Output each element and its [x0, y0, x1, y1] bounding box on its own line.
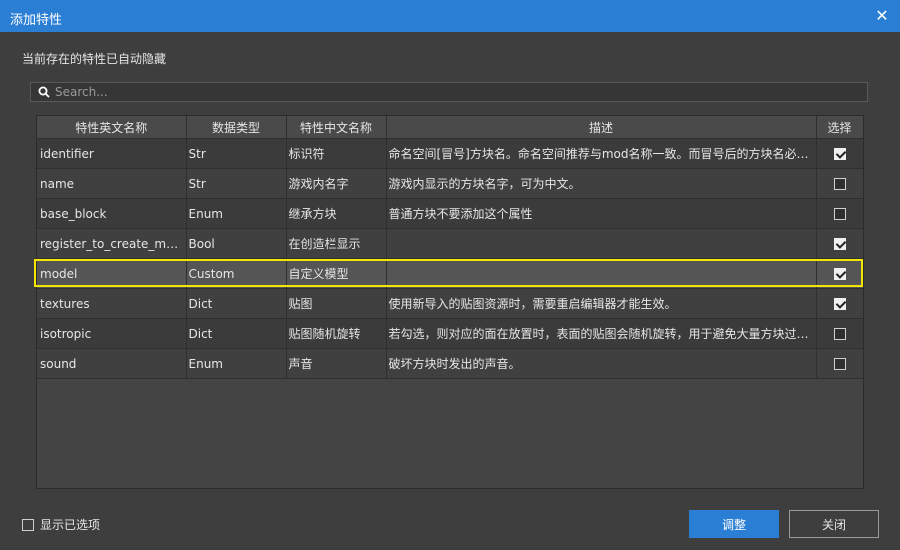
- attribute-data-type: Enum: [186, 348, 287, 379]
- show-selected-label: 显示已选项: [40, 518, 101, 532]
- table-row[interactable]: textures Dict 贴图 使用新导入的贴图资源时，需要重启编辑器才能生效。: [37, 288, 863, 319]
- attribute-chinese-name: 贴图: [286, 288, 387, 319]
- attribute-english-name: isotropic: [37, 318, 187, 349]
- select-cell: [816, 348, 863, 379]
- header-select[interactable]: 选择: [816, 116, 863, 139]
- search-icon: [35, 83, 53, 101]
- attribute-chinese-name: 自定义模型: [286, 258, 387, 289]
- select-cell: [816, 228, 863, 259]
- attribute-chinese-name: 声音: [286, 348, 387, 379]
- header-english-name[interactable]: 特性英文名称: [37, 116, 187, 139]
- attribute-data-type: Str: [186, 138, 287, 169]
- select-cell: [816, 138, 863, 169]
- attribute-english-name: sound: [37, 348, 187, 379]
- close-icon[interactable]: ✕: [870, 4, 894, 28]
- attribute-description: 若勾选，则对应的面在放置时，表面的贴图会随机旋转，用于避免大量方块过…: [386, 318, 817, 349]
- attribute-chinese-name: 标识符: [286, 138, 387, 169]
- search-bar[interactable]: [30, 82, 868, 102]
- attribute-data-type: Bool: [186, 228, 287, 259]
- select-checkbox[interactable]: [833, 328, 846, 340]
- header-chinese-name[interactable]: 特性中文名称: [286, 116, 387, 139]
- attribute-data-type: Str: [186, 168, 287, 199]
- select-checkbox[interactable]: [833, 358, 846, 370]
- attribute-english-name: identifier: [37, 138, 187, 169]
- attribute-description: 命名空间[冒号]方块名。命名空间推荐与mod名称一致。而冒号后的方块名必…: [386, 138, 817, 169]
- attribute-english-name: base_block: [37, 198, 187, 229]
- table-row[interactable]: register_to_create_menu Bool 在创造栏显示: [37, 228, 863, 259]
- attribute-data-type: Dict: [186, 288, 287, 319]
- select-checkbox[interactable]: [833, 148, 846, 160]
- select-cell: [816, 168, 863, 199]
- attribute-description: 游戏内显示的方块名字，可为中文。: [386, 168, 817, 199]
- attribute-english-name: textures: [37, 288, 187, 319]
- attribute-description: 普通方块不要添加这个属性: [386, 198, 817, 229]
- search-input[interactable]: [53, 85, 867, 99]
- title-bar: 添加特性 ✕: [0, 0, 900, 32]
- show-selected-option[interactable]: 显示已选项: [22, 516, 100, 533]
- select-checkbox[interactable]: [833, 298, 846, 310]
- attribute-description: 使用新导入的贴图资源时，需要重启编辑器才能生效。: [386, 288, 817, 319]
- header-description[interactable]: 描述: [386, 116, 817, 139]
- table-row[interactable]: model Custom 自定义模型: [37, 258, 863, 289]
- attribute-data-type: Custom: [186, 258, 287, 289]
- select-cell: [816, 288, 863, 319]
- attribute-chinese-name: 游戏内名字: [286, 168, 387, 199]
- table-row[interactable]: base_block Enum 继承方块 普通方块不要添加这个属性: [37, 198, 863, 229]
- attribute-description: [386, 258, 817, 289]
- select-checkbox[interactable]: [833, 238, 846, 250]
- attribute-chinese-name: 继承方块: [286, 198, 387, 229]
- attribute-table: 特性英文名称 数据类型 特性中文名称 描述 选择 identifier Str 标识…: [36, 115, 864, 489]
- hidden-attributes-hint: 当前存在的特性已自动隐藏: [22, 52, 167, 66]
- add-attribute-dialog: 添加特性 ✕ 当前存在的特性已自动隐藏 特性英文名称 数据类型 特性中文名称 描…: [0, 0, 900, 550]
- attribute-english-name: model: [37, 258, 187, 289]
- attribute-data-type: Enum: [186, 198, 287, 229]
- show-selected-checkbox[interactable]: [22, 518, 34, 531]
- adjust-button[interactable]: 调整: [689, 510, 779, 538]
- select-cell: [816, 318, 863, 349]
- table-row[interactable]: identifier Str 标识符 命名空间[冒号]方块名。命名空间推荐与mod名称…: [37, 138, 863, 169]
- attribute-chinese-name: 贴图随机旋转: [286, 318, 387, 349]
- attribute-description: 破坏方块时发出的声音。: [386, 348, 817, 379]
- table-row[interactable]: isotropic Dict 贴图随机旋转 若勾选，则对应的面在放置时，表面的贴图会随…: [37, 318, 863, 349]
- close-button[interactable]: 关闭: [789, 510, 879, 538]
- attribute-english-name: name: [37, 168, 187, 199]
- select-cell: [816, 258, 863, 289]
- select-checkbox[interactable]: [833, 268, 846, 280]
- header-data-type[interactable]: 数据类型: [186, 116, 287, 139]
- table-row[interactable]: sound Enum 声音 破坏方块时发出的声音。: [37, 348, 863, 379]
- table-header-row: 特性英文名称 数据类型 特性中文名称 描述 选择: [37, 116, 863, 139]
- attribute-chinese-name: 在创造栏显示: [286, 228, 387, 259]
- attribute-data-type: Dict: [186, 318, 287, 349]
- attribute-description: [386, 228, 817, 259]
- select-cell: [816, 198, 863, 229]
- select-checkbox[interactable]: [833, 178, 846, 190]
- select-checkbox[interactable]: [833, 208, 846, 220]
- attribute-english-name: register_to_create_menu: [37, 228, 187, 259]
- table-row[interactable]: name Str 游戏内名字 游戏内显示的方块名字，可为中文。: [37, 168, 863, 199]
- dialog-title: 添加特性: [10, 13, 63, 28]
